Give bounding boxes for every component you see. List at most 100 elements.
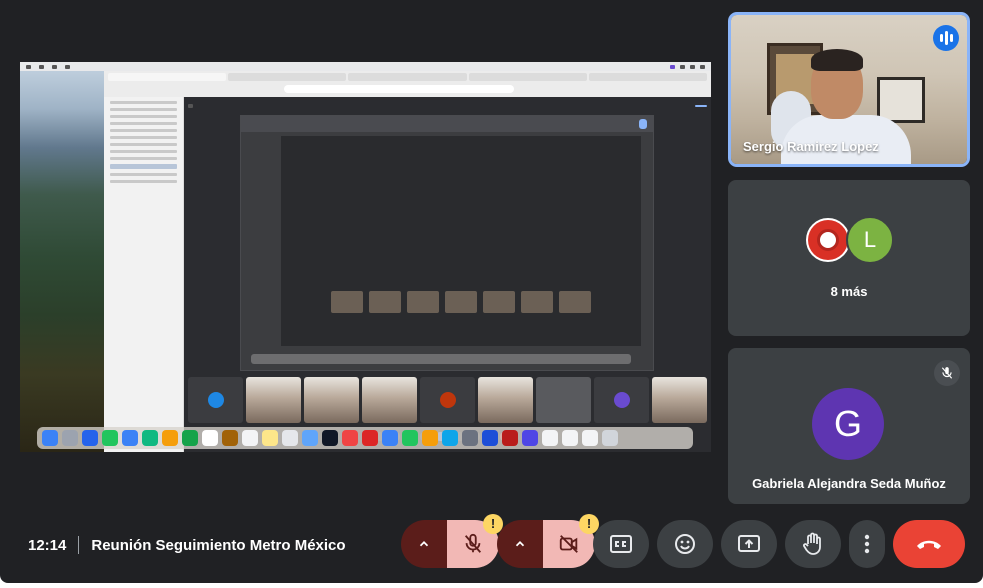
nested-stop-presenting xyxy=(695,105,707,107)
participant-hair xyxy=(811,49,863,71)
nested-participant-strip xyxy=(188,377,707,423)
reactions-button[interactable] xyxy=(657,520,713,568)
nested-tile xyxy=(304,377,359,423)
safari-icon xyxy=(82,430,98,446)
participant-tile-active-speaker[interactable]: Sergio Ramirez Lopez xyxy=(728,12,970,167)
status-icon xyxy=(680,64,685,69)
trash-icon xyxy=(602,430,618,446)
pages-icon xyxy=(422,430,438,446)
fire-department-logo-avatar xyxy=(804,216,852,264)
browser-tab xyxy=(588,73,708,81)
more-options-button[interactable] xyxy=(849,520,885,568)
raise-hand-button[interactable] xyxy=(785,520,841,568)
browser-toolbar xyxy=(104,71,711,97)
mac-menu-bar xyxy=(20,62,711,71)
nested-tile xyxy=(478,377,533,423)
reminders-icon xyxy=(242,430,258,446)
nested-shared-screen xyxy=(240,115,654,371)
participant-name: Sergio Ramirez Lopez xyxy=(743,139,879,154)
browser-tab xyxy=(228,73,347,81)
mic-options-button[interactable] xyxy=(401,520,447,568)
contacts-icon xyxy=(222,430,238,446)
present-now-button[interactable] xyxy=(721,520,777,568)
apple-icon xyxy=(26,64,31,69)
nested-meet-view xyxy=(184,97,711,452)
meet-window: Sergio Ramirez Lopez L 8 más G Gabriela … xyxy=(0,0,983,583)
nested-tile xyxy=(536,377,591,423)
avatar-letter: L xyxy=(846,216,894,264)
participant-tile-gabriela[interactable]: G Gabriela Alejandra Seda Muñoz xyxy=(728,348,970,504)
document-icon xyxy=(582,430,598,446)
mic-off-icon xyxy=(464,533,482,553)
raise-hand-icon xyxy=(803,532,821,555)
overflow-avatars: L xyxy=(804,216,900,264)
app-store-icon xyxy=(442,430,458,446)
document-icon xyxy=(542,430,558,446)
meeting-title: Reunión Seguimiento Metro México xyxy=(91,536,346,554)
wall-picture xyxy=(877,77,925,123)
menu-item-icon xyxy=(52,64,57,69)
mac-dock xyxy=(37,427,693,449)
photos-icon xyxy=(162,430,178,446)
nested-tile xyxy=(652,377,707,423)
participant-name: Gabriela Alejandra Seda Muñoz xyxy=(752,476,946,491)
freeform-icon xyxy=(282,430,298,446)
nested-presenting-bar xyxy=(188,101,707,111)
browser-tab xyxy=(108,73,227,81)
calendar-icon xyxy=(202,430,218,446)
mail-icon xyxy=(122,430,138,446)
participant-tile-overflow[interactable]: L 8 más xyxy=(728,180,970,336)
nested-stop-button xyxy=(639,119,647,129)
tv-icon xyxy=(322,430,338,446)
captions-button[interactable] xyxy=(593,520,649,568)
nested-tile xyxy=(246,377,301,423)
menu-item-icon xyxy=(39,64,44,69)
status-icon xyxy=(700,64,705,69)
nested-tile xyxy=(420,377,475,423)
camera-toggle-button[interactable]: ! xyxy=(543,514,599,568)
camera-off-icon xyxy=(559,535,578,553)
chevron-up-icon xyxy=(419,541,429,547)
nested-tile xyxy=(188,377,243,423)
browser-tab xyxy=(348,73,467,81)
meeting-time: 12:14 xyxy=(28,536,67,554)
finder-icon xyxy=(42,430,58,446)
camera-options-button[interactable] xyxy=(497,520,543,568)
browser-sidebar xyxy=(104,97,184,452)
messages-icon xyxy=(102,430,118,446)
emoji-icon xyxy=(675,534,695,554)
address-bar xyxy=(284,85,514,93)
overflow-count-label: 8 más xyxy=(830,284,868,299)
mic-toggle-button[interactable]: ! xyxy=(447,514,503,568)
mic-muted-icon xyxy=(934,360,960,386)
launchpad-icon xyxy=(62,430,78,446)
nested-tile xyxy=(594,377,649,423)
notes-icon xyxy=(262,430,278,446)
speaking-indicator-icon xyxy=(933,25,959,51)
zoom-icon xyxy=(482,430,498,446)
chevron-up-icon xyxy=(515,541,525,547)
status-icon xyxy=(690,64,695,69)
leave-call-button[interactable] xyxy=(893,520,965,568)
teams-icon xyxy=(522,430,538,446)
shared-screen xyxy=(20,62,711,452)
news-icon xyxy=(362,430,378,446)
document-icon xyxy=(562,430,578,446)
music-icon xyxy=(342,430,358,446)
acrobat-icon xyxy=(502,430,518,446)
present-icon xyxy=(188,104,193,108)
mic-control-group: ! xyxy=(401,514,503,568)
avatar: G xyxy=(812,388,884,460)
status-icon xyxy=(670,64,675,69)
meeting-info: 12:14 Reunión Seguimiento Metro México xyxy=(28,535,346,555)
camera-control-group: ! xyxy=(497,514,599,568)
divider xyxy=(78,536,80,554)
captions-icon xyxy=(610,535,632,553)
chrome-icon xyxy=(302,430,318,446)
more-vert-icon xyxy=(864,534,870,554)
present-icon xyxy=(738,535,760,552)
keynote-icon xyxy=(382,430,398,446)
nested-tile xyxy=(362,377,417,423)
browser-tab xyxy=(468,73,587,81)
maps-icon xyxy=(142,430,158,446)
